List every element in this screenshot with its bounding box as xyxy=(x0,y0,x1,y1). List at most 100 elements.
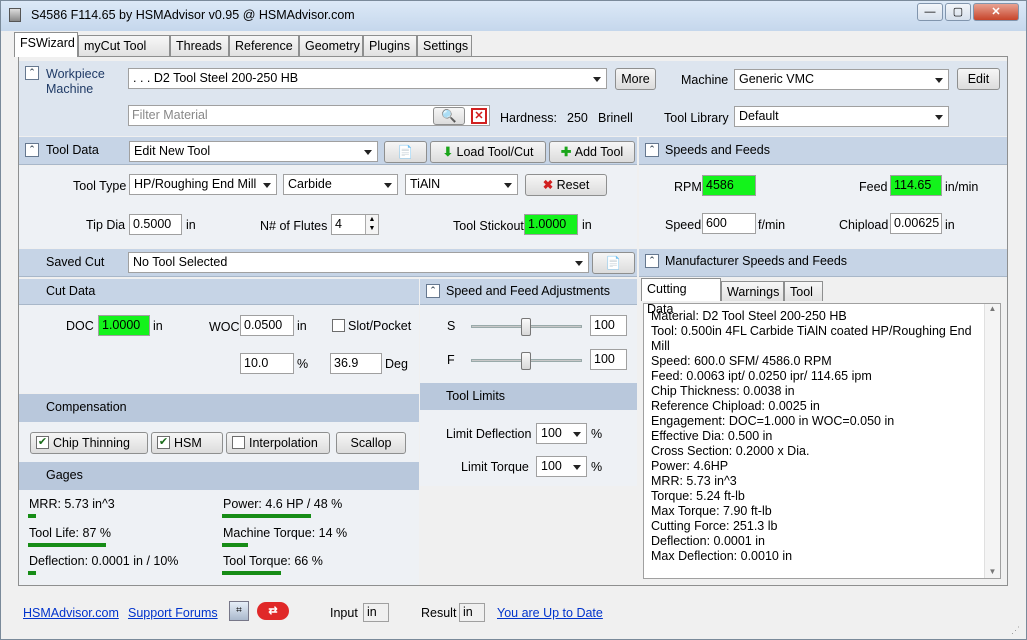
tool-limits-title: Tool Limits xyxy=(446,389,506,403)
material-select[interactable]: . . . D2 Tool Steel 200-250 HB xyxy=(128,68,607,89)
collapse-adjustments-icon[interactable]: ⌃ xyxy=(426,284,440,298)
hsmadvisor-link[interactable]: HSMAdvisor.com xyxy=(23,606,119,620)
hsm-checkbox[interactable]: ✔ xyxy=(157,436,170,449)
tool-data-title: Tool Data xyxy=(46,143,99,157)
chipload-label: Chipload xyxy=(839,218,889,232)
spindle-slider-thumb[interactable] xyxy=(521,318,531,336)
interpolation-checkbox[interactable] xyxy=(232,436,245,449)
limit-deflection-label: Limit Deflection xyxy=(446,427,532,441)
coating-select[interactable]: TiAlN xyxy=(405,174,518,195)
mrr-gage-label: MRR: 5.73 in^3 xyxy=(29,497,115,511)
result-units-value[interactable]: in xyxy=(459,603,485,622)
adjustments-title: Speed and Feed Adjustments xyxy=(446,284,611,298)
tip-dia-unit: in xyxy=(186,218,196,232)
doc-input[interactable]: 1.0000 xyxy=(98,315,150,336)
load-tool-button[interactable]: ⬇ Load Tool/Cut xyxy=(430,141,546,163)
feed-percent-input[interactable]: 100 xyxy=(590,349,627,370)
tab-cutting-data[interactable]: Cutting Data xyxy=(641,278,721,316)
woc-input[interactable]: 0.0500 xyxy=(240,315,294,336)
minimize-button[interactable]: — xyxy=(917,3,943,21)
tab-mycut-tool-db[interactable]: myCut Tool DB xyxy=(78,35,170,73)
lifebuoy-icon[interactable]: ⇄ xyxy=(257,602,289,620)
support-forums-link[interactable]: Support Forums xyxy=(128,606,218,620)
feed-output[interactable]: 114.65 xyxy=(890,175,942,196)
tab-warnings[interactable]: Warnings xyxy=(721,281,784,301)
title-bar: S4586 F114.65 by HSMAdvisor v0.95 @ HSMA… xyxy=(1,1,1026,31)
more-button[interactable]: More xyxy=(615,68,656,90)
clear-filter-icon[interactable]: ✕ xyxy=(471,108,487,124)
feed-slider-thumb[interactable] xyxy=(521,352,531,370)
edit-machine-button[interactable]: Edit xyxy=(957,68,1000,90)
tab-reference[interactable]: Reference xyxy=(229,35,299,56)
load-tool-label: Load Tool/Cut xyxy=(456,145,534,159)
cutting-data-line: Max Deflection: 0.0010 in xyxy=(651,549,793,563)
machine-section-label: Machine xyxy=(46,82,94,96)
machine-select[interactable]: Generic VMC xyxy=(734,69,949,90)
document-icon: 📄 xyxy=(397,145,414,159)
download-arrow-icon: ⬇ xyxy=(442,145,457,159)
limit-torque-select[interactable]: 100 xyxy=(536,456,587,477)
tab-tool[interactable]: Tool xyxy=(784,281,823,301)
tab-settings[interactable]: Settings xyxy=(417,35,472,56)
close-button[interactable]: ✕ xyxy=(973,3,1019,21)
scallop-button[interactable]: Scallop xyxy=(336,432,406,454)
chip-thinning-checkbox[interactable]: ✔ xyxy=(36,436,49,449)
machine-torque-gage-label: Machine Torque: 14 % xyxy=(223,526,348,540)
chipload-input[interactable]: 0.00625 xyxy=(890,213,942,234)
cutting-data-lines: Material: D2 Tool Steel 200-250 HB Tool: … xyxy=(651,309,972,564)
woc-percent-input[interactable]: 10.0 xyxy=(240,353,294,374)
collapse-manufacturer-icon[interactable]: ⌃ xyxy=(645,254,659,268)
input-units-value[interactable]: in xyxy=(363,603,389,622)
tool-type-select[interactable]: HP/Roughing End Mill xyxy=(129,174,277,195)
reset-button[interactable]: ✖ Reset xyxy=(525,174,607,196)
tab-plugins[interactable]: Plugins xyxy=(363,35,417,56)
compensation-title: Compensation xyxy=(46,400,127,414)
woc-percent-unit: % xyxy=(297,357,309,371)
cutting-data-line: Max Torque: 7.90 ft-lb xyxy=(651,504,772,518)
woc-unit: in xyxy=(297,319,307,333)
saved-cut-select[interactable]: No Tool Selected xyxy=(128,252,589,273)
calculator-icon[interactable]: ⌗ xyxy=(229,601,249,621)
scroll-down-icon[interactable]: ▼ xyxy=(985,567,1000,576)
stickout-input[interactable]: 1.0000 xyxy=(524,214,578,235)
tab-threads[interactable]: Threads xyxy=(170,35,229,56)
tool-select[interactable]: Edit New Tool xyxy=(129,141,378,162)
tool-properties-button[interactable]: 📄 xyxy=(384,141,427,163)
tool-library-select[interactable]: Default xyxy=(734,106,949,127)
limit-deflection-select[interactable]: 100 xyxy=(536,423,587,444)
tip-dia-input[interactable]: 0.5000 xyxy=(129,214,182,235)
cutting-data-line: Cross Section: 0.2000 x Dia. xyxy=(651,444,810,458)
feed-slider-label: F xyxy=(447,353,455,367)
deflection-gage-bar xyxy=(28,571,36,575)
report-scrollbar[interactable]: ▲ ▼ xyxy=(984,304,1000,578)
collapse-tool-data-icon[interactable]: ⌃ xyxy=(25,143,39,157)
workpiece-label: Workpiece xyxy=(46,67,105,81)
cutting-data-line: Material: D2 Tool Steel 200-250 HB xyxy=(651,309,847,323)
flutes-spinner[interactable]: ▲ ▼ xyxy=(365,215,378,234)
saved-cut-properties-button[interactable]: 📄 xyxy=(592,252,635,274)
scroll-up-icon[interactable]: ▲ xyxy=(985,304,1000,313)
speed-input[interactable]: 600 xyxy=(702,213,756,234)
interpolation-label: Interpolation xyxy=(249,436,318,450)
rpm-output[interactable]: 4586 xyxy=(702,175,756,196)
cutting-data-line: Mill xyxy=(651,339,670,353)
stickout-label: Tool Stickout xyxy=(453,219,524,233)
slot-pocket-checkbox[interactable] xyxy=(332,319,345,332)
cutting-data-line: Reference Chipload: 0.0025 in xyxy=(651,399,820,413)
maximize-button[interactable]: ▢ xyxy=(945,3,971,21)
slot-pocket-label: Slot/Pocket xyxy=(348,319,412,333)
tool-material-select[interactable]: Carbide xyxy=(283,174,398,195)
limit-deflection-unit: % xyxy=(591,427,603,441)
collapse-workpiece-icon[interactable]: ⌃ xyxy=(25,66,39,80)
update-status-link[interactable]: You are Up to Date xyxy=(497,606,603,620)
add-tool-button[interactable]: ✚ Add Tool xyxy=(549,141,635,163)
tool-life-gage-bar xyxy=(28,543,106,547)
tab-geometry[interactable]: Geometry xyxy=(299,35,363,56)
resize-grip-icon[interactable]: ⋰ xyxy=(1011,625,1023,637)
spindle-percent-input[interactable]: 100 xyxy=(590,315,627,336)
tab-fswizard[interactable]: FSWizard xyxy=(14,32,78,57)
collapse-speeds-icon[interactable]: ⌃ xyxy=(645,143,659,157)
deflection-gage-label: Deflection: 0.0001 in / 10% xyxy=(29,554,179,568)
engagement-angle-input[interactable]: 36.9 xyxy=(330,353,382,374)
search-button[interactable]: 🔍 xyxy=(433,107,465,125)
